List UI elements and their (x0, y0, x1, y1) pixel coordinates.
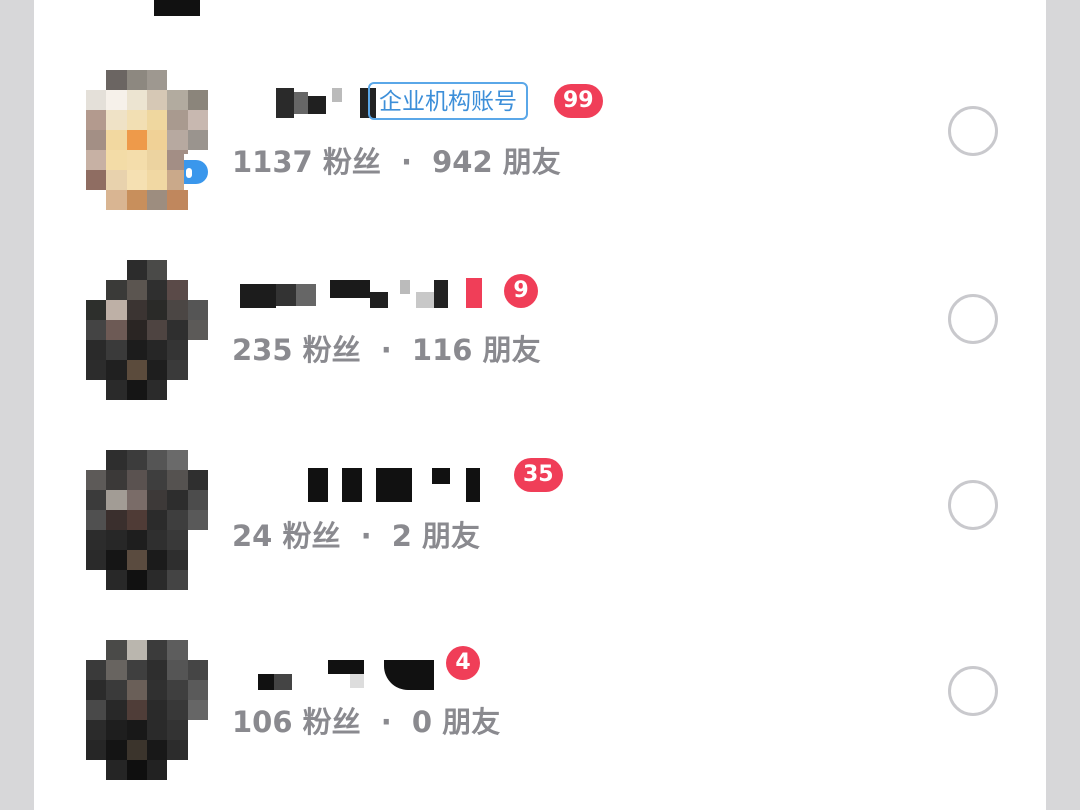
stats-separator: · (380, 705, 392, 739)
contact-row[interactable]: 9 235 粉丝 · 116 朋友 (34, 254, 1046, 404)
avatar (86, 640, 208, 780)
select-radio[interactable] (948, 106, 998, 156)
friends-label: 朋友 (482, 333, 541, 367)
followers-label: 粉丝 (302, 705, 361, 739)
contact-stats: 1137 粉丝 · 942 朋友 (232, 142, 561, 182)
friends-label: 朋友 (502, 145, 561, 179)
level-badge: 4 (446, 646, 480, 680)
contact-row[interactable]: 35 24 粉丝 · 2 朋友 (34, 440, 1046, 590)
contact-stats: 235 粉丝 · 116 朋友 (232, 330, 541, 370)
followers-label: 粉丝 (302, 333, 361, 367)
stats-separator: · (360, 519, 372, 553)
friends-count: 116 (411, 333, 473, 367)
friends-count: 2 (391, 519, 412, 553)
contact-row[interactable]: 4 106 粉丝 · 0 朋友 (34, 626, 1046, 780)
select-radio[interactable] (948, 666, 998, 716)
level-badge: 35 (514, 458, 563, 492)
select-radio[interactable] (948, 294, 998, 344)
avatar (86, 260, 208, 400)
contact-name-redacted (240, 278, 500, 308)
select-radio[interactable] (948, 480, 998, 530)
stats-separator: · (400, 145, 412, 179)
verified-badge-icon (184, 154, 214, 190)
contact-row[interactable]: 企业机构账号 99 1137 粉丝 · 942 朋友 (34, 66, 1046, 216)
friends-label: 朋友 (422, 519, 481, 553)
contact-name-redacted (240, 660, 440, 690)
followers-count: 106 (232, 705, 293, 739)
followers-count: 235 (232, 333, 293, 367)
contact-list: 企业机构账号 99 1137 粉丝 · 942 朋友 9 235 粉丝 · 11… (34, 0, 1046, 810)
enterprise-account-tag: 企业机构账号 (368, 82, 528, 120)
followers-label: 粉丝 (322, 145, 381, 179)
contact-stats: 106 粉丝 · 0 朋友 (232, 702, 500, 742)
previous-item-remnant (120, 0, 200, 16)
contact-name-redacted (240, 88, 380, 118)
friends-count: 0 (411, 705, 433, 739)
contact-stats: 24 粉丝 · 2 朋友 (232, 516, 480, 556)
level-badge: 99 (554, 84, 603, 118)
avatar (86, 450, 208, 590)
followers-count: 1137 (232, 145, 313, 179)
friends-count: 942 (432, 145, 493, 179)
followers-count: 24 (232, 519, 273, 553)
followers-label: 粉丝 (282, 519, 341, 553)
friends-label: 朋友 (442, 705, 501, 739)
contact-name-redacted (240, 466, 540, 502)
level-badge: 9 (504, 274, 538, 308)
stats-separator: · (380, 333, 392, 367)
